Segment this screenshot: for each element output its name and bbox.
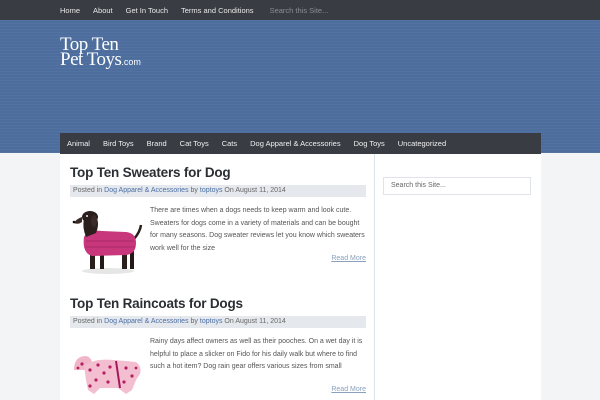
post-date: August 11, 2014: [235, 187, 286, 194]
sidebar-search-input[interactable]: Search this Site...: [383, 177, 531, 195]
post-category-link[interactable]: Dog Apparel & Accessories: [104, 187, 188, 194]
sidebar: Search this Site...: [376, 154, 541, 400]
top-nav-get-in-touch[interactable]: Get In Touch: [126, 6, 168, 15]
raincoat-image[interactable]: [70, 336, 146, 400]
post-item: Top Ten Raincoats for Dogs Posted in Dog…: [70, 296, 366, 400]
meta-on: On: [224, 318, 234, 325]
meta-by: by: [190, 187, 198, 194]
post-item: Top Ten Sweaters for Dog Posted in Dog A…: [70, 165, 366, 279]
meta-prefix: Posted in: [73, 187, 103, 194]
meta-on: On: [224, 187, 234, 194]
site-logo[interactable]: Top Ten Pet Toys.com: [60, 35, 141, 70]
post-author-link[interactable]: toptoys: [200, 318, 223, 325]
top-nav-about[interactable]: About: [93, 6, 113, 15]
post-author-link[interactable]: toptoys: [200, 187, 223, 194]
top-search-input[interactable]: Search this Site...: [270, 6, 329, 15]
read-more-link[interactable]: Read More: [331, 255, 366, 262]
top-nav-terms[interactable]: Terms and Conditions: [181, 6, 254, 15]
top-nav: Home About Get In Touch Terms and Condit…: [60, 0, 328, 20]
post-meta: Posted in Dog Apparel & Accessories by t…: [70, 185, 366, 197]
logo-line2: Pet Toys: [60, 49, 122, 70]
read-more-link[interactable]: Read More: [331, 386, 366, 393]
post-excerpt: There are times when a dogs needs to kee…: [150, 207, 365, 252]
post-title[interactable]: Top Ten Sweaters for Dog: [70, 165, 366, 180]
content-area: Top Ten Sweaters for Dog Posted in Dog A…: [60, 154, 541, 400]
post-meta: Posted in Dog Apparel & Accessories by t…: [70, 316, 366, 328]
dog-sweater-image[interactable]: [70, 205, 146, 279]
cat-nav-uncategorized[interactable]: Uncategorized: [398, 139, 446, 148]
post-title[interactable]: Top Ten Raincoats for Dogs: [70, 296, 366, 311]
cat-nav-bird-toys[interactable]: Bird Toys: [103, 139, 134, 148]
main-column: Top Ten Sweaters for Dog Posted in Dog A…: [60, 154, 375, 400]
post-date: August 11, 2014: [235, 318, 286, 325]
meta-prefix: Posted in: [73, 318, 103, 325]
category-nav: Animal Bird Toys Brand Cat Toys Cats Dog…: [60, 133, 541, 154]
cat-nav-brand[interactable]: Brand: [147, 139, 167, 148]
cat-nav-dog-apparel[interactable]: Dog Apparel & Accessories: [250, 139, 340, 148]
post-excerpt: Rainy days affect owners as well as thei…: [150, 338, 363, 370]
cat-nav-cat-toys[interactable]: Cat Toys: [180, 139, 209, 148]
top-bar: Home About Get In Touch Terms and Condit…: [0, 0, 600, 20]
cat-nav-animal[interactable]: Animal: [67, 139, 90, 148]
meta-by: by: [190, 318, 198, 325]
logo-suffix: .com: [121, 57, 141, 67]
post-category-link[interactable]: Dog Apparel & Accessories: [104, 318, 188, 325]
cat-nav-cats[interactable]: Cats: [222, 139, 237, 148]
cat-nav-dog-toys[interactable]: Dog Toys: [354, 139, 385, 148]
top-nav-home[interactable]: Home: [60, 6, 80, 15]
